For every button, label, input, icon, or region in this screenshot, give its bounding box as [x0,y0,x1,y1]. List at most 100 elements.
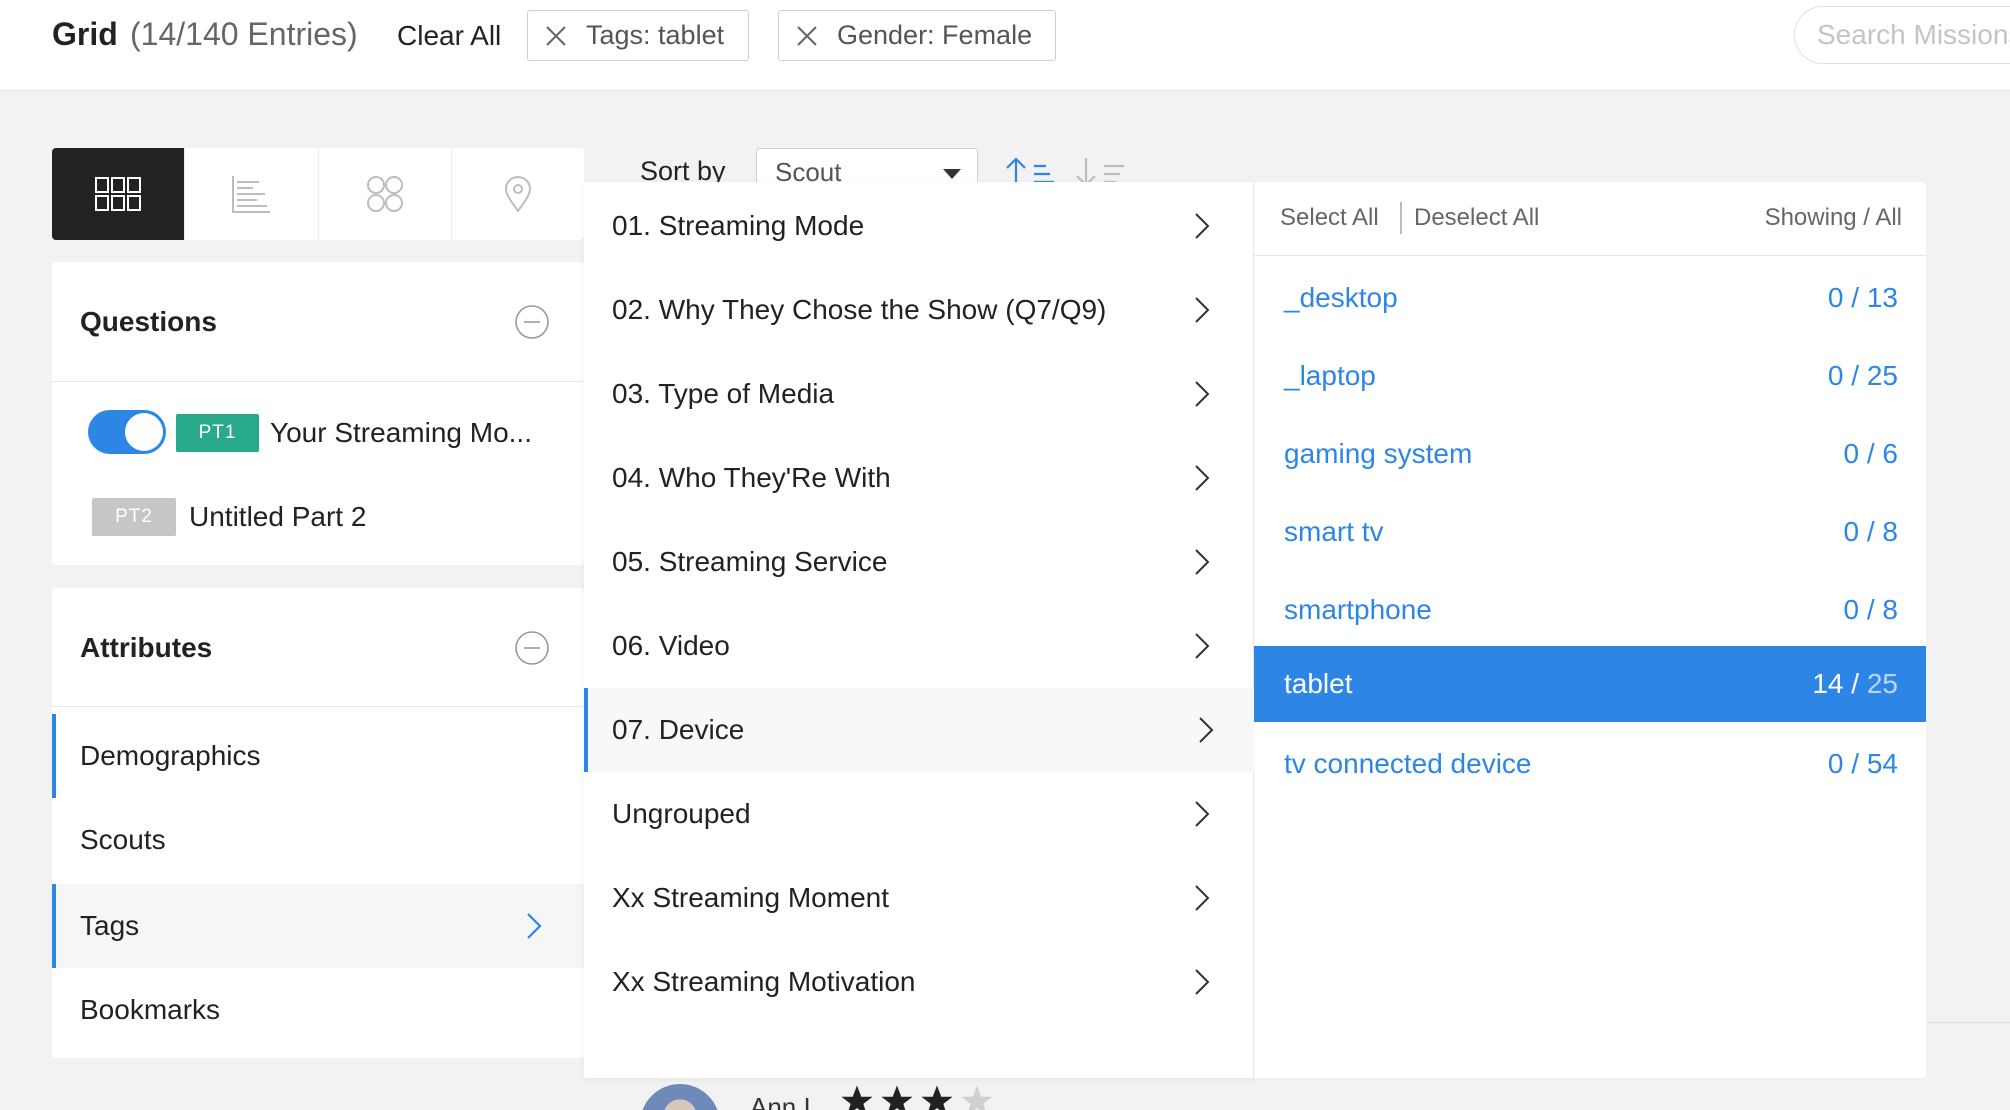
tag-value-count: 0 / 13 [1827,282,1898,313]
tag-value-count: 0 / 8 [1843,516,1899,547]
part-1-label[interactable]: Your Streaming Mo... [270,417,532,449]
tag-value-row[interactable]: tv connected device 0 / 54 [1254,726,1926,802]
tag-group-label: 02. Why They Chose the Show (Q7/Q9) [612,294,1107,325]
questions-panel: Questions PT1 Your Streaming Mo... PT2 U… [52,262,584,565]
entry-author-name: Ann I [750,1092,811,1110]
attribute-item-bookmarks[interactable]: Bookmarks [52,968,584,1052]
tag-value-name: smart tv [1284,516,1384,547]
tag-value-name: _laptop [1284,360,1376,391]
toggle-knob [125,413,163,451]
tag-group-label: 07. Device [612,714,745,745]
tag-group-label: 04. Who They'Re With [612,462,891,493]
close-icon[interactable] [795,24,819,48]
tag-value-row[interactable]: gaming system 0 / 6 [1254,416,1926,492]
tab-map-view[interactable] [452,148,584,240]
tag-group-item[interactable]: 03. Type of Media [584,352,1254,436]
collapse-icon[interactable] [514,304,550,340]
questions-title: Questions [80,306,217,337]
chevron-right-icon [1195,381,1210,407]
tag-group-item[interactable]: Ungrouped [584,772,1254,856]
tag-group-label: 06. Video [612,630,730,661]
tag-group-item[interactable]: Xx Streaming Motivation [584,940,1254,1024]
tag-group-label: Xx Streaming Moment [612,882,889,913]
attribute-item-label: Demographics [80,740,261,771]
background-divider [1926,1022,2010,1023]
tab-cluster-view[interactable] [319,148,452,240]
tag-value-row-selected[interactable]: tablet 14 / 25 [1254,646,1926,722]
star-rating [840,1084,994,1110]
tag-group-item[interactable]: 02. Why They Chose the Show (Q7/Q9) [584,268,1254,352]
avatar [640,1084,720,1110]
clear-all-button[interactable]: Clear All [397,20,501,52]
tag-values-header: Select All Deselect All Showing / All [1254,182,1926,256]
tag-value-name: smartphone [1284,594,1432,625]
close-icon[interactable] [544,24,568,48]
tag-value-count: 0 / 6 [1843,438,1899,469]
attribute-item-label: Tags [80,910,140,941]
part-1-badge: PT1 [176,414,259,452]
tag-group-item-active[interactable]: 07. Device [584,688,1254,772]
search-input[interactable] [1794,6,2010,64]
tag-group-label: Ungrouped [612,798,751,829]
chevron-right-icon [1195,801,1210,827]
part-2-badge: PT2 [92,498,176,536]
deselect-all-button[interactable]: Deselect All [1414,204,1539,232]
select-all-button[interactable]: Select All [1280,204,1379,232]
filter-chip-label: Tags: tablet [586,20,725,50]
tag-group-label: Xx Streaming Motivation [612,966,916,997]
tag-group-label: 03. Type of Media [612,378,835,409]
attribute-item-label: Bookmarks [80,994,221,1025]
attributes-panel: Attributes Demographics Scouts Tags Book… [52,588,584,1058]
collapse-icon[interactable] [514,630,550,666]
tag-value-name: tablet [1284,668,1353,699]
grid-view-icon [95,177,142,211]
star-empty-icon [961,1085,993,1110]
chevron-right-icon [1195,633,1210,659]
part-1-toggle[interactable] [88,410,166,454]
chevron-right-icon [1195,465,1210,491]
questions-header: Questions [52,262,584,382]
star-filled-icon [841,1085,873,1110]
chevron-right-icon [1195,885,1210,911]
filter-chip-label: Gender: Female [837,20,1033,50]
map-pin-icon [504,176,531,212]
chevron-right-icon [1195,969,1210,995]
tab-list-view[interactable] [185,148,319,240]
tag-value-count: 0 / 54 [1827,748,1898,779]
tag-value-row[interactable]: smart tv 0 / 8 [1254,494,1926,570]
star-filled-icon [921,1085,953,1110]
tag-value-name: _desktop [1284,282,1398,313]
tag-group-item[interactable]: 01. Streaming Mode [584,184,1254,268]
chevron-right-icon [1195,297,1210,323]
chevron-right-icon [1195,549,1210,575]
tag-value-row[interactable]: _desktop 0 / 13 [1254,260,1926,336]
attribute-item-demographics[interactable]: Demographics [52,714,584,798]
tag-group-item[interactable]: 05. Streaming Service [584,520,1254,604]
filter-chip-gender[interactable]: Gender: Female [778,10,1056,61]
top-bar: Grid (14/140 Entries) Clear All Tags: ta… [0,0,2010,91]
tag-group-menu: 01. Streaming Mode 02. Why They Chose th… [584,182,1254,1078]
tag-value-row[interactable]: _laptop 0 / 25 [1254,338,1926,414]
part-2-label[interactable]: Untitled Part 2 [189,501,366,533]
filter-chip-tags[interactable]: Tags: tablet [527,10,749,61]
attributes-header: Attributes [52,588,584,707]
attribute-item-tags[interactable]: Tags [52,884,584,968]
tab-grid-view[interactable] [52,148,186,240]
tag-group-item[interactable]: Xx Streaming Moment [584,856,1254,940]
view-switcher [52,148,584,240]
tag-group-item[interactable]: 04. Who They'Re With [584,436,1254,520]
tag-value-count: 14 / 25 [1812,668,1898,699]
tag-value-row[interactable]: smartphone 0 / 8 [1254,572,1926,648]
list-view-icon [232,176,271,213]
tag-value-name: gaming system [1284,438,1473,469]
chevron-right-icon [1195,213,1210,239]
cluster-view-icon [366,176,403,212]
tag-group-item[interactable]: 06. Video [584,604,1254,688]
attributes-title: Attributes [80,632,213,663]
tag-value-count: 0 / 25 [1827,360,1898,391]
star-filled-icon [881,1085,913,1110]
page-title: Grid [52,16,118,52]
tag-values-panel: Select All Deselect All Showing / All _d… [1254,182,1926,1078]
caret-down-icon [943,169,961,179]
attribute-item-scouts[interactable]: Scouts [52,798,584,882]
